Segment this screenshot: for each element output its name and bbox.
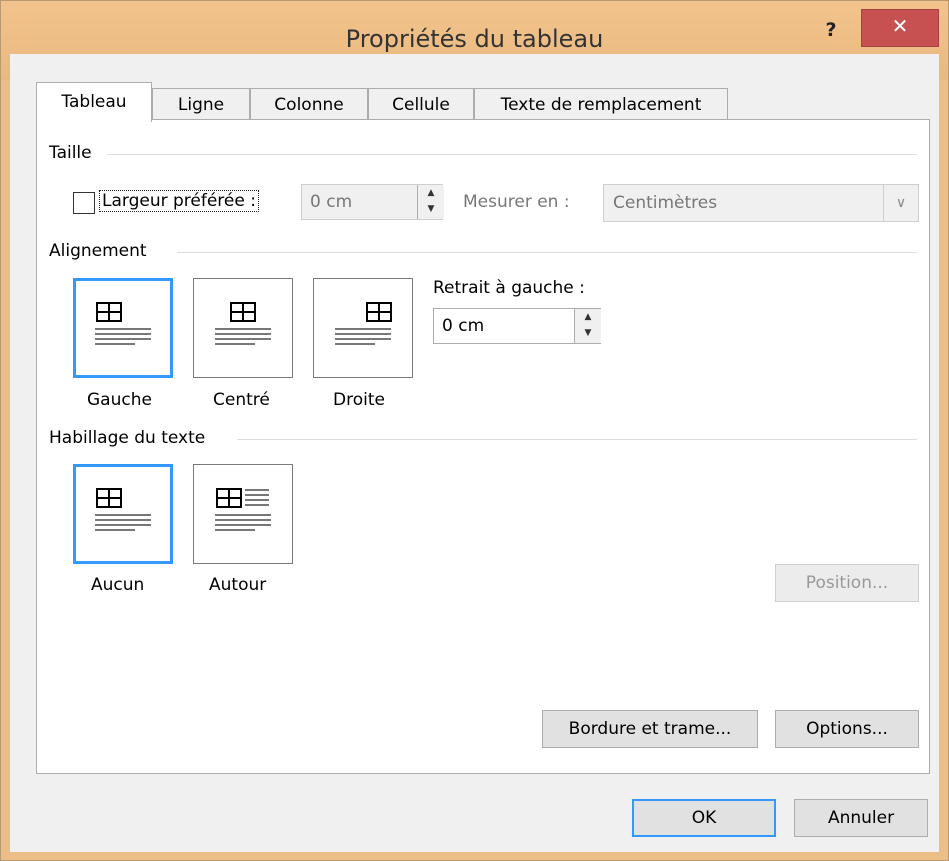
options-button[interactable]: Options... (775, 710, 919, 748)
section-habillage: Habillage du texte (49, 428, 214, 448)
tab-label: Texte de remplacement (500, 95, 702, 115)
section-alignement: Alignement (49, 241, 155, 261)
spin-up-icon[interactable]: ▲ (418, 185, 444, 202)
measure-select[interactable]: Centimètres ∨ (603, 184, 919, 222)
align-left-button[interactable] (73, 278, 173, 378)
tab-colonne[interactable]: Colonne (250, 88, 368, 120)
align-center-label: Centré (213, 390, 270, 410)
tab-label: Tableau (61, 92, 127, 112)
help-button[interactable]: ? (819, 19, 843, 41)
pref-width-label-text: Largeur préférée : (99, 190, 259, 212)
indent-label: Retrait à gauche : (433, 278, 585, 298)
tab-label: Ligne (177, 95, 225, 115)
chevron-down-icon[interactable]: ∨ (883, 185, 918, 221)
tab-ligne[interactable]: Ligne (152, 88, 250, 120)
dialog-title: Propriétés du tableau (345, 25, 604, 53)
measure-select-value: Centimètres (613, 193, 718, 213)
pref-width-spinner[interactable]: ▲ ▼ (417, 185, 444, 219)
tab-texte-remplacement[interactable]: Texte de remplacement (474, 88, 728, 120)
tab-label: Colonne (274, 95, 344, 115)
align-right-label: Droite (333, 390, 385, 410)
dialog-window: Propriétés du tableau ? ✕ Tableau Ligne … (0, 0, 949, 861)
align-center-button[interactable] (193, 278, 293, 378)
wrap-none-label: Aucun (91, 575, 145, 595)
wrap-around-button[interactable] (193, 464, 293, 564)
ok-button[interactable]: OK (632, 799, 776, 837)
borders-button[interactable]: Bordure et trame... (542, 710, 758, 748)
dialog-body: Tableau Ligne Colonne Cellule Texte de r… (10, 54, 939, 852)
cancel-button[interactable]: Annuler (794, 799, 928, 837)
align-left-label: Gauche (87, 390, 152, 410)
close-button[interactable]: ✕ (861, 9, 939, 47)
spin-down-icon[interactable]: ▼ (418, 202, 444, 219)
pref-width-checkbox[interactable] (73, 192, 95, 214)
wrap-none-icon (95, 488, 151, 531)
wrap-around-icon (215, 488, 271, 531)
divider (177, 252, 917, 253)
spin-up-icon[interactable]: ▲ (575, 309, 601, 326)
tab-cellule[interactable]: Cellule (368, 88, 474, 120)
close-icon: ✕ (891, 14, 909, 38)
indent-spinner[interactable]: ▲ ▼ (574, 309, 601, 343)
position-button[interactable]: Position... (775, 564, 919, 602)
pref-width-label: Largeur préférée : (99, 190, 259, 212)
align-center-icon (215, 302, 271, 345)
tab-panel: Taille Largeur préférée : 0 cm ▲ ▼ Mesur… (36, 119, 930, 774)
measure-label: Mesurer en : (463, 192, 570, 212)
wrap-none-button[interactable] (73, 464, 173, 564)
tab-label: Cellule (392, 95, 450, 115)
align-right-icon (335, 302, 392, 345)
align-right-button[interactable] (313, 278, 413, 378)
section-taille: Taille (49, 143, 100, 163)
tab-tableau[interactable]: Tableau (36, 82, 152, 122)
spin-down-icon[interactable]: ▼ (575, 326, 601, 343)
divider (107, 154, 917, 155)
divider (237, 439, 917, 440)
align-left-icon (95, 302, 151, 345)
wrap-around-label: Autour (209, 575, 267, 595)
